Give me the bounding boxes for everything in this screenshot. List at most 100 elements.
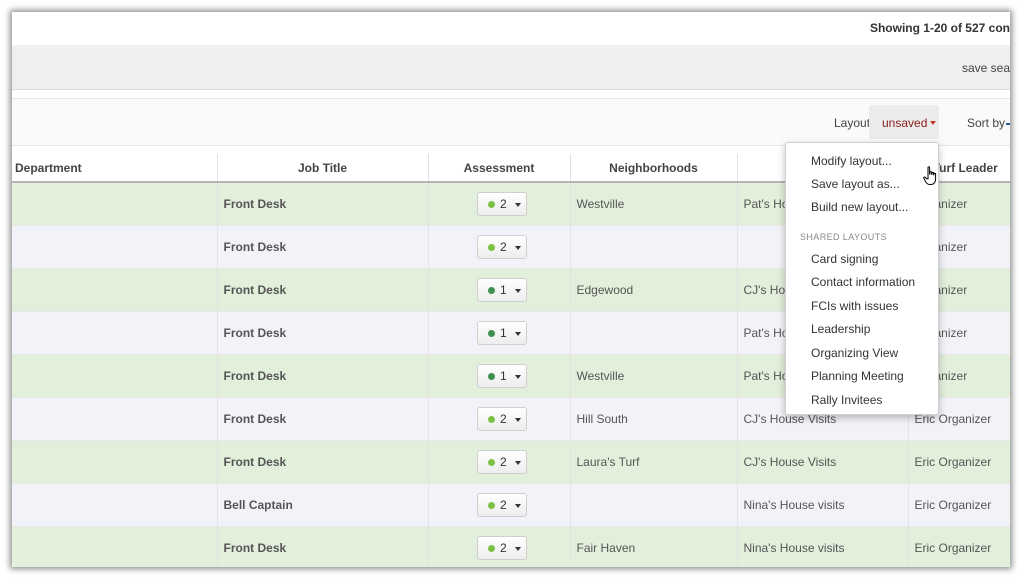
- menu-item-card-signing[interactable]: Card signing: [811, 252, 878, 266]
- results-count: Showing 1-20 of 527 cont: [869, 21, 1010, 35]
- caret-down-icon: [1006, 122, 1010, 125]
- menu-item-leadership[interactable]: Leadership: [811, 322, 870, 336]
- department-cell: [12, 440, 217, 484]
- assessment-cell: 2: [427, 483, 570, 527]
- menu-item-contact-information[interactable]: Contact information: [811, 275, 915, 289]
- day-cell: Nina's House visits: [736, 526, 908, 567]
- caret-down-icon: [515, 461, 521, 465]
- neighborhood-cell: Edgewood: [569, 268, 737, 312]
- assessment-cell: 2: [427, 225, 570, 269]
- caret-down-icon: [515, 504, 521, 508]
- assessment-cell: 1: [427, 268, 570, 312]
- status-dot-icon: [488, 459, 495, 466]
- department-cell: [12, 225, 217, 269]
- assessment-dropdown[interactable]: 1: [477, 321, 527, 345]
- status-dot-icon: [488, 545, 495, 552]
- status-dot-icon: [488, 201, 495, 208]
- assessment-cell: 2: [427, 397, 570, 441]
- layout-label: Layout: [834, 116, 871, 130]
- menu-item-organizing-view[interactable]: Organizing View: [811, 346, 898, 360]
- job-title-cell: Front Desk: [216, 397, 428, 441]
- assessment-dropdown[interactable]: 1: [477, 278, 527, 302]
- caret-down-icon: [515, 547, 521, 551]
- menu-item-rally-invitees[interactable]: Rally Invitees: [811, 393, 882, 407]
- department-cell: [12, 397, 217, 441]
- assessment-dropdown[interactable]: 2: [477, 450, 527, 474]
- neighborhood-cell: Fair Haven: [569, 526, 737, 567]
- turf-leader-cell: Eric Organizer: [907, 526, 1010, 567]
- layout-dropdown-menu: Modify layout... Save layout as... Build…: [785, 142, 939, 415]
- sort-by-dropdown[interactable]: Sort by: [967, 116, 1010, 130]
- layout-value: unsaved: [882, 116, 928, 130]
- menu-item-save-layout-as[interactable]: Save layout as...: [811, 177, 900, 191]
- job-title-cell: Front Desk: [216, 440, 428, 484]
- caret-down-icon: [930, 121, 936, 125]
- caret-down-icon: [515, 418, 521, 422]
- status-dot-icon: [488, 502, 495, 509]
- turf-leader-cell: Eric Organizer: [907, 483, 1010, 527]
- status-dot-icon: [488, 416, 495, 423]
- caret-down-icon: [515, 332, 521, 336]
- department-cell: [12, 268, 217, 312]
- table-row[interactable]: Front Desk 2 Laura's Turf CJ's House Visits…: [12, 440, 1010, 484]
- assessment-value: 2: [500, 240, 507, 254]
- menu-section-header: SHARED LAYOUTS: [800, 232, 887, 242]
- layout-dropdown-toggle[interactable]: unsaved: [869, 105, 939, 139]
- neighborhood-cell: [569, 311, 737, 355]
- assessment-value: 1: [500, 369, 507, 383]
- caret-down-icon: [515, 246, 521, 250]
- job-title-cell: Front Desk: [216, 311, 428, 355]
- status-dot-icon: [488, 287, 495, 294]
- app-window: Showing 1-20 of 527 cont save sear Layou…: [12, 12, 1010, 567]
- assessment-dropdown[interactable]: 1: [477, 364, 527, 388]
- hand-pointer-icon: [923, 166, 937, 185]
- layout-toolbar: Layout unsaved Sort by: [12, 98, 1010, 146]
- assessment-dropdown[interactable]: 2: [477, 493, 527, 517]
- department-cell: [12, 483, 217, 527]
- assessment-value: 2: [500, 197, 507, 211]
- turf-leader-cell: Eric Organizer: [907, 440, 1010, 484]
- neighborhood-cell: [569, 483, 737, 527]
- save-search-bar: save sear: [12, 45, 1010, 90]
- table-row[interactable]: Front Desk 2 Fair Haven Nina's House visits…: [12, 526, 1010, 567]
- assessment-value: 2: [500, 498, 507, 512]
- assessment-cell: 2: [427, 526, 570, 567]
- sort-by-label: Sort by: [967, 116, 1006, 130]
- department-cell: [12, 526, 217, 567]
- job-title-cell: Front Desk: [216, 354, 428, 398]
- assessment-value: 2: [500, 541, 507, 555]
- caret-down-icon: [515, 289, 521, 293]
- caret-down-icon: [515, 203, 521, 207]
- menu-item-planning-meeting[interactable]: Planning Meeting: [811, 369, 904, 383]
- menu-item-build-new-layout[interactable]: Build new layout...: [811, 200, 908, 214]
- column-header-neighborhoods[interactable]: Neighborhoods: [569, 154, 737, 183]
- assessment-dropdown[interactable]: 2: [477, 192, 527, 216]
- day-cell: CJ's House Visits: [736, 440, 908, 484]
- assessment-dropdown[interactable]: 2: [477, 235, 527, 259]
- save-search-link[interactable]: save sear: [962, 61, 1010, 75]
- results-header: Showing 1-20 of 527 cont: [12, 12, 1010, 46]
- column-header-department[interactable]: Department: [12, 154, 217, 183]
- department-cell: [12, 182, 217, 226]
- neighborhood-cell: Laura's Turf: [569, 440, 737, 484]
- menu-item-fcis-with-issues[interactable]: FCIs with issues: [811, 299, 898, 313]
- assessment-dropdown[interactable]: 2: [477, 407, 527, 431]
- assessment-cell: 1: [427, 354, 570, 398]
- assessment-value: 1: [500, 283, 507, 297]
- column-header-job-title[interactable]: Job Title: [216, 154, 428, 183]
- assessment-dropdown[interactable]: 2: [477, 536, 527, 560]
- neighborhood-cell: Westville: [569, 354, 737, 398]
- job-title-cell: Front Desk: [216, 225, 428, 269]
- status-dot-icon: [488, 330, 495, 337]
- column-header-assessment[interactable]: Assessment: [427, 154, 570, 183]
- status-dot-icon: [488, 373, 495, 380]
- department-cell: [12, 311, 217, 355]
- job-title-cell: Front Desk: [216, 182, 428, 226]
- job-title-cell: Bell Captain: [216, 483, 428, 527]
- neighborhood-cell: Hill South: [569, 397, 737, 441]
- assessment-value: 1: [500, 326, 507, 340]
- menu-item-modify-layout[interactable]: Modify layout...: [811, 154, 892, 168]
- table-row[interactable]: Bell Captain 2 Nina's House visits Eric Org…: [12, 483, 1010, 527]
- neighborhood-cell: Westville: [569, 182, 737, 226]
- assessment-cell: 1: [427, 311, 570, 355]
